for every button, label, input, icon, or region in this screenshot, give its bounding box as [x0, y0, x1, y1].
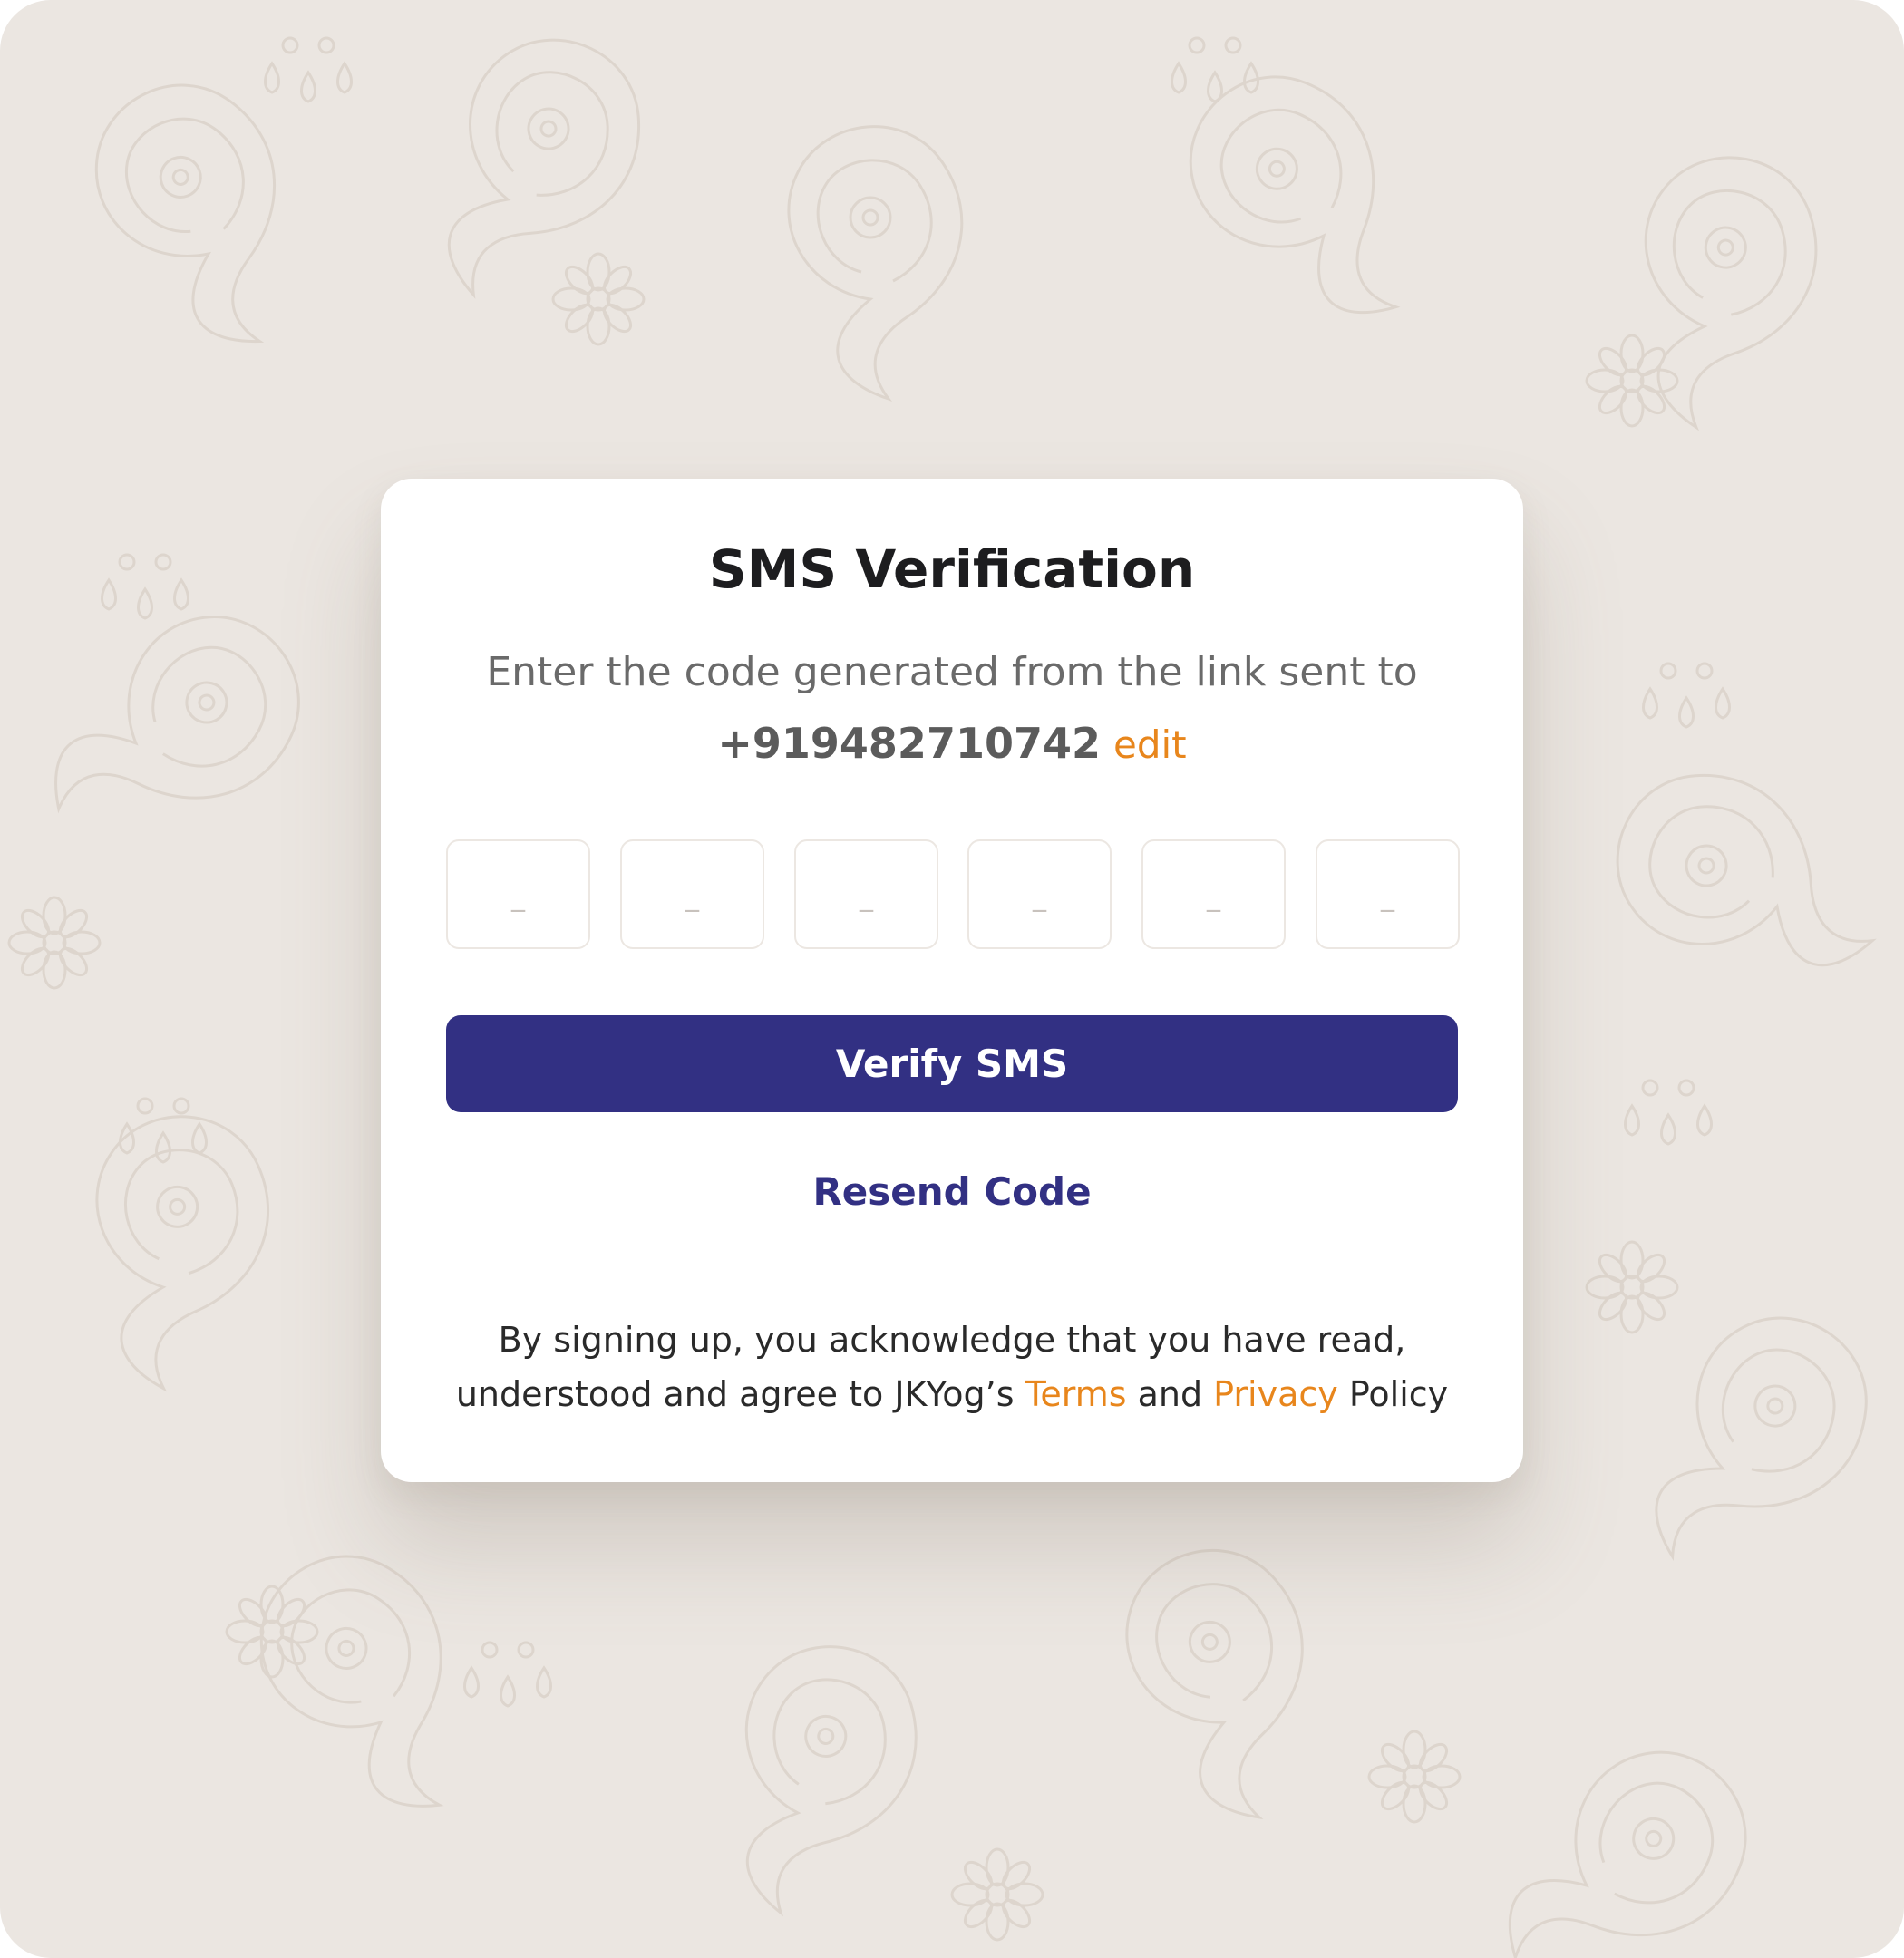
- code-digit-2[interactable]: _: [620, 839, 764, 949]
- phone-row: +919482710742 edit: [381, 719, 1523, 769]
- privacy-link[interactable]: Privacy: [1213, 1374, 1338, 1414]
- legal-line-2-prefix: understood and agree to JKYog’s: [455, 1374, 1025, 1414]
- legal-notice: By signing up, you acknowledge that you …: [381, 1313, 1523, 1421]
- code-input-group: _ _ _ _ _ _: [446, 839, 1460, 949]
- code-digit-1[interactable]: _: [446, 839, 590, 949]
- sms-verification-dialog: SMS Verification Enter the code generate…: [381, 479, 1523, 1482]
- legal-connector: and: [1126, 1374, 1214, 1414]
- page-background: SMS Verification Enter the code generate…: [0, 0, 1904, 1958]
- verify-sms-button[interactable]: Verify SMS: [446, 1015, 1458, 1112]
- edit-phone-link[interactable]: edit: [1113, 722, 1187, 767]
- phone-number: +919482710742: [717, 719, 1101, 768]
- legal-suffix: Policy: [1337, 1374, 1449, 1414]
- terms-link[interactable]: Terms: [1025, 1374, 1127, 1414]
- dialog-subtitle: Enter the code generated from the link s…: [486, 649, 1418, 695]
- legal-line-1: By signing up, you acknowledge that you …: [498, 1320, 1406, 1360]
- code-digit-3[interactable]: _: [794, 839, 938, 949]
- dialog-title: SMS Verification: [708, 538, 1196, 600]
- resend-code-link[interactable]: Resend Code: [381, 1169, 1523, 1215]
- code-digit-6[interactable]: _: [1316, 839, 1460, 949]
- code-digit-5[interactable]: _: [1141, 839, 1286, 949]
- code-digit-4[interactable]: _: [967, 839, 1112, 949]
